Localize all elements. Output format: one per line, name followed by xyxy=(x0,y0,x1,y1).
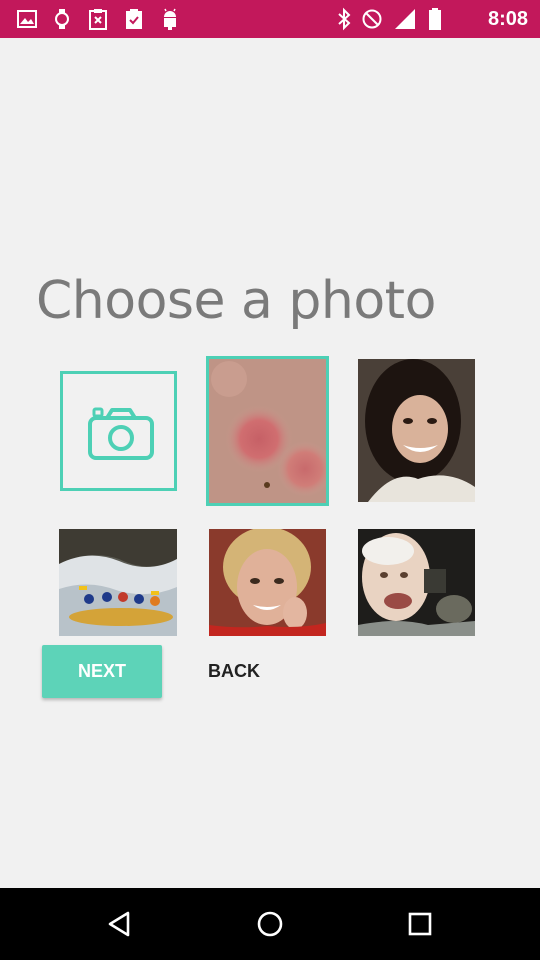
recents-square-icon[interactable] xyxy=(404,908,436,940)
back-triangle-icon[interactable] xyxy=(104,908,136,940)
clipboard-check-icon xyxy=(126,9,142,29)
smiling-woman-photo[interactable] xyxy=(358,359,475,502)
page-title: Choose a photo xyxy=(36,271,436,331)
signal-icon xyxy=(395,9,415,29)
status-bar: 8:08 xyxy=(0,0,540,38)
battery-icon xyxy=(429,8,441,30)
older-man-photo[interactable] xyxy=(358,529,475,636)
bluetooth-icon xyxy=(338,7,351,31)
skin-rash-photo[interactable] xyxy=(206,356,329,506)
do-not-disturb-icon xyxy=(362,9,382,29)
camera-tile[interactable] xyxy=(60,371,177,491)
rafting-photo[interactable] xyxy=(59,529,177,636)
android-icon xyxy=(164,8,176,30)
camera-icon xyxy=(88,407,154,460)
older-woman-photo[interactable] xyxy=(209,529,326,636)
home-circle-icon[interactable] xyxy=(254,908,286,940)
gallery-icon xyxy=(17,10,37,28)
back-button[interactable]: BACK xyxy=(190,645,278,698)
clipboard-x-icon xyxy=(89,9,107,30)
clock: 8:08 xyxy=(487,8,528,30)
watch-icon xyxy=(55,9,69,29)
navigation-bar xyxy=(0,888,540,960)
photo-chooser-screen: Choose a photo NEXT BACK xyxy=(0,38,540,888)
next-button[interactable]: NEXT xyxy=(42,645,162,698)
